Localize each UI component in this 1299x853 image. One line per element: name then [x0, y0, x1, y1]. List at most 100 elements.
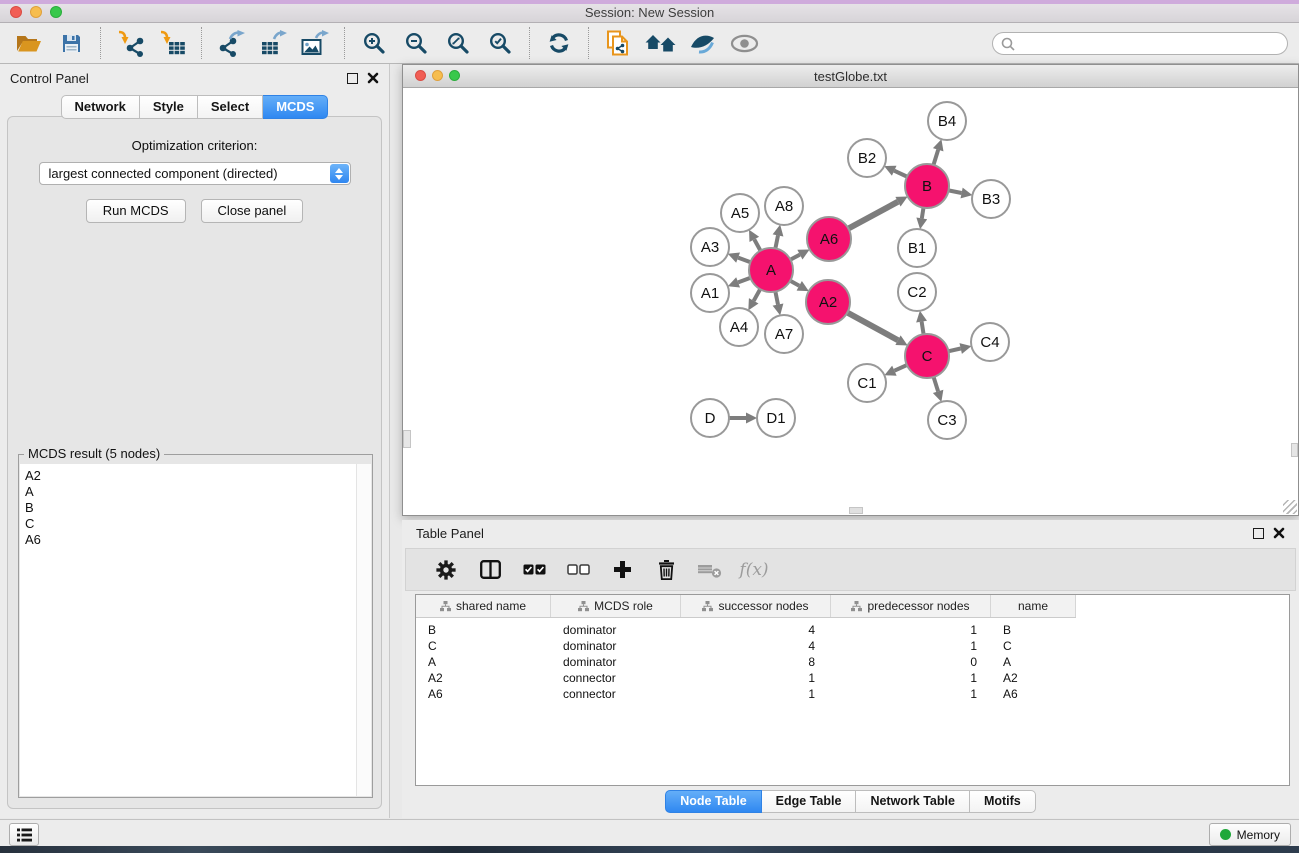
search-input[interactable] — [1020, 36, 1287, 52]
delete-table-button[interactable] — [688, 552, 732, 588]
fit-home-button[interactable] — [639, 25, 681, 61]
toggle-graphics-details-button[interactable] — [681, 25, 723, 61]
svg-text:A6: A6 — [820, 231, 838, 248]
export-image-button[interactable] — [294, 25, 336, 61]
network-window-title: testGlobe.txt — [403, 69, 1298, 84]
graph-node[interactable]: C4 — [971, 323, 1009, 361]
zoom-fit-button[interactable] — [437, 25, 479, 61]
graph-node[interactable]: B — [905, 164, 949, 208]
table-row[interactable]: Bdominator41B — [416, 622, 1289, 638]
open-file-button[interactable] — [8, 25, 50, 61]
resize-grip[interactable] — [1283, 500, 1297, 514]
column-header-predecessor-nodes[interactable]: predecessor nodes — [831, 595, 991, 617]
float-panel-icon[interactable] — [347, 73, 358, 84]
tab-select[interactable]: Select — [198, 95, 263, 119]
tab-motifs[interactable]: Motifs — [970, 790, 1036, 813]
graph-edge[interactable] — [847, 202, 898, 230]
close-table-panel-icon[interactable] — [1273, 527, 1285, 539]
zoom-in-button[interactable] — [353, 25, 395, 61]
svg-text:D1: D1 — [766, 410, 785, 427]
mcds-result-list[interactable]: A2ABCA6 — [20, 464, 371, 796]
run-mcds-button[interactable]: Run MCDS — [86, 199, 186, 223]
tab-network-table[interactable]: Network Table — [856, 790, 970, 813]
table-cell: 1 — [681, 687, 831, 701]
horizontal-scrollbar-thumb[interactable] — [849, 507, 863, 514]
column-header-mcds-role[interactable]: MCDS role — [551, 595, 681, 617]
zoom-selected-button[interactable] — [479, 25, 521, 61]
save-session-button[interactable] — [50, 25, 92, 61]
memory-button[interactable]: Memory — [1209, 823, 1291, 846]
graph-node[interactable]: B2 — [848, 139, 886, 177]
close-panel-icon[interactable] — [367, 72, 379, 84]
control-panel: Control Panel Network Style Select MCDS … — [0, 64, 390, 818]
mcds-result-group: MCDS result (5 nodes) A2ABCA6 — [18, 454, 373, 798]
mcds-result-item[interactable]: B — [25, 500, 371, 516]
mcds-result-item[interactable]: A6 — [25, 532, 371, 548]
refresh-button[interactable] — [538, 25, 580, 61]
import-network-button[interactable] — [109, 25, 151, 61]
graph-node[interactable]: A1 — [691, 274, 729, 312]
graph-node[interactable]: B1 — [898, 229, 936, 267]
right-scrollbar-thumb[interactable] — [1291, 443, 1298, 457]
table-cell: 8 — [681, 655, 831, 669]
import-table-button[interactable] — [151, 25, 193, 61]
show-task-history-button[interactable] — [9, 823, 39, 846]
export-network-button[interactable] — [210, 25, 252, 61]
search-field[interactable] — [992, 32, 1288, 55]
split-table-button[interactable] — [468, 552, 512, 588]
tab-network[interactable]: Network — [61, 95, 140, 119]
tab-mcds[interactable]: MCDS — [263, 95, 328, 119]
float-table-panel-icon[interactable] — [1253, 528, 1264, 539]
mcds-result-item[interactable]: A — [25, 484, 371, 500]
network-document-icon — [606, 30, 630, 56]
function-builder-button[interactable]: f(x) — [732, 552, 776, 588]
table-row[interactable]: Cdominator41C — [416, 638, 1289, 654]
table-settings-button[interactable] — [424, 552, 468, 588]
graph-node[interactable]: A8 — [765, 187, 803, 225]
mcds-result-item[interactable]: A2 — [25, 468, 371, 484]
deselect-all-button[interactable] — [556, 552, 600, 588]
graph-node[interactable]: A6 — [807, 217, 851, 261]
graph-node[interactable]: A5 — [721, 194, 759, 232]
graph-node[interactable]: A — [749, 248, 793, 292]
graph-node[interactable]: A2 — [806, 280, 850, 324]
mcds-result-item[interactable]: C — [25, 516, 371, 532]
unchecked-boxes-icon — [567, 564, 590, 575]
column-header-successor-nodes[interactable]: successor nodes — [681, 595, 831, 617]
close-panel-button[interactable]: Close panel — [201, 199, 304, 223]
tab-node-table[interactable]: Node Table — [665, 790, 761, 813]
select-all-button[interactable] — [512, 552, 556, 588]
graph-node[interactable]: C1 — [848, 364, 886, 402]
graph-node[interactable]: D1 — [757, 399, 795, 437]
duplicate-network-button[interactable] — [597, 25, 639, 61]
table-row[interactable]: Adominator80A — [416, 654, 1289, 670]
export-table-button[interactable] — [252, 25, 294, 61]
graph-node[interactable]: B3 — [972, 180, 1010, 218]
memory-status-icon — [1220, 829, 1231, 840]
node-table[interactable]: shared name MCDS role successor nodes pr… — [415, 594, 1290, 786]
vertical-scrollbar-thumb[interactable] — [403, 430, 411, 448]
graph-node[interactable]: A3 — [691, 228, 729, 266]
search-icon — [1001, 37, 1015, 51]
delete-column-button[interactable] — [644, 552, 688, 588]
graph-node[interactable]: C2 — [898, 273, 936, 311]
graph-edge[interactable] — [846, 312, 898, 341]
zoom-out-button[interactable] — [395, 25, 437, 61]
graph-node[interactable]: C — [905, 334, 949, 378]
tab-edge-table[interactable]: Edge Table — [762, 790, 857, 813]
show-all-button[interactable] — [723, 25, 765, 61]
graph-node[interactable]: D — [691, 399, 729, 437]
criterion-select[interactable]: largest connected component (directed) — [39, 162, 351, 185]
checked-boxes-icon — [523, 564, 546, 575]
graph-node[interactable]: B4 — [928, 102, 966, 140]
tab-style[interactable]: Style — [140, 95, 198, 119]
column-header-shared-name[interactable]: shared name — [416, 595, 551, 617]
table-row[interactable]: A2connector11A2 — [416, 670, 1289, 686]
graph-node[interactable]: C3 — [928, 401, 966, 439]
table-row[interactable]: A6connector11A6 — [416, 686, 1289, 702]
network-canvas[interactable]: A5A8 A3 A1A4A7 A A6 A2 B B2 B4 B3 B1 C C2 C4 C1 C3 D D1 — [403, 88, 1298, 515]
graph-node[interactable]: A4 — [720, 308, 758, 346]
graph-node[interactable]: A7 — [765, 315, 803, 353]
add-column-button[interactable] — [600, 552, 644, 588]
column-header-name[interactable]: name — [991, 595, 1076, 617]
